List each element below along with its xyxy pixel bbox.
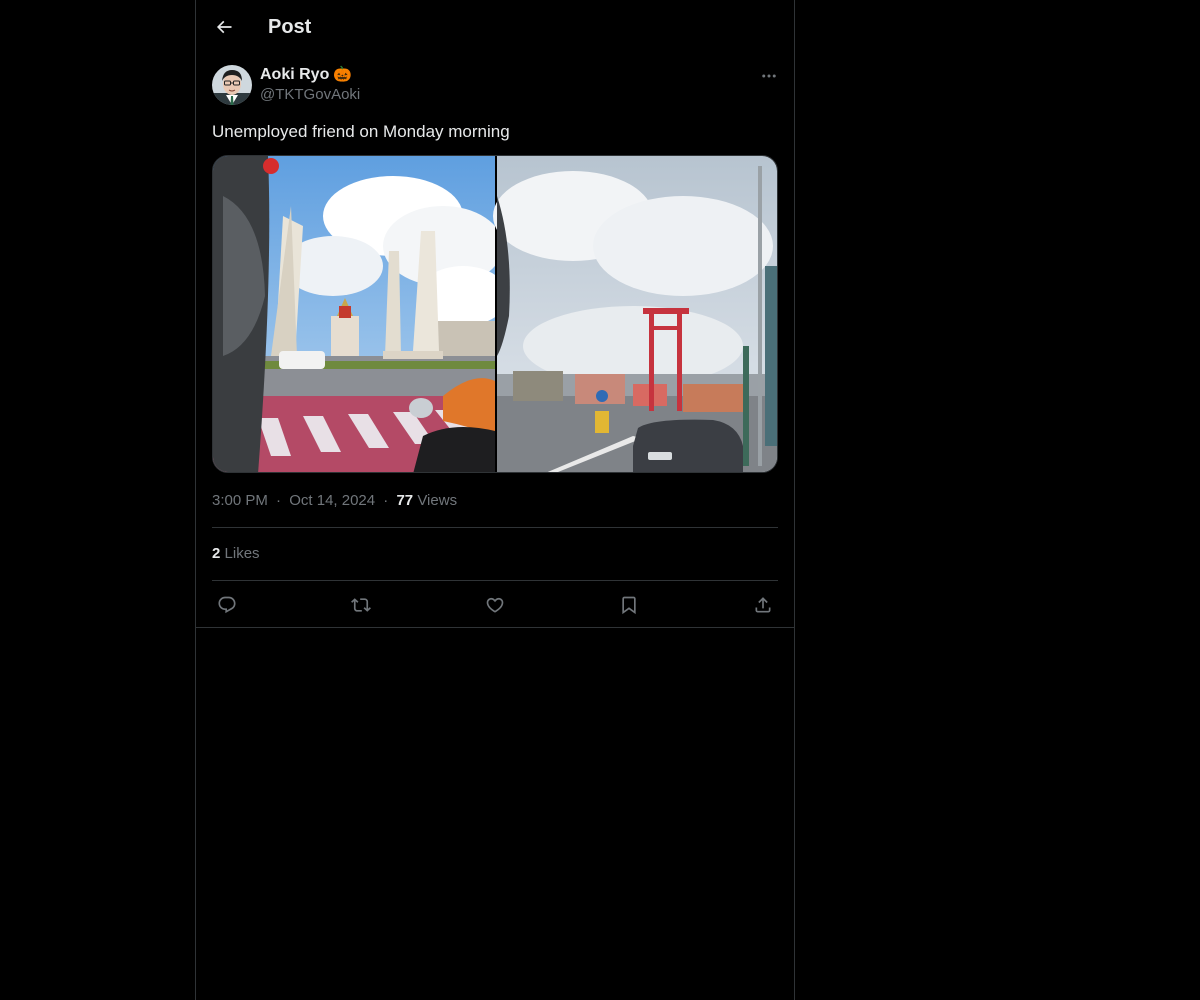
main-column: Post Aoki Ryo 🎃 @TKTGovAoki Unemployed f… bbox=[195, 0, 795, 1000]
likes-label: Likes bbox=[224, 545, 260, 562]
more-options-button[interactable] bbox=[756, 63, 782, 89]
pumpkin-emoji: 🎃 bbox=[333, 66, 353, 83]
author-name[interactable]: Aoki Ryo 🎃 bbox=[260, 65, 360, 85]
heart-icon bbox=[486, 597, 504, 613]
repost-icon bbox=[351, 598, 371, 612]
more-horizontal-icon bbox=[762, 74, 776, 78]
likes-count: 2 bbox=[212, 545, 221, 562]
reply-button[interactable] bbox=[212, 591, 242, 619]
repost-button[interactable] bbox=[346, 591, 376, 619]
like-button[interactable] bbox=[480, 591, 510, 619]
post-text: Unemployed friend on Monday morning bbox=[212, 122, 510, 141]
author-handle[interactable]: @TKTGovAoki bbox=[260, 85, 360, 105]
post-actions bbox=[212, 591, 778, 619]
likes-link[interactable]: 2 Likes bbox=[212, 544, 260, 564]
views-label: Views bbox=[417, 492, 458, 509]
meta-separator: · bbox=[276, 492, 282, 509]
author-display-name: Aoki Ryo bbox=[260, 66, 330, 83]
bookmark-icon bbox=[622, 596, 636, 615]
meta-separator: · bbox=[383, 492, 389, 509]
avatar[interactable] bbox=[212, 65, 252, 105]
arrow-left-icon bbox=[216, 20, 232, 34]
divider bbox=[212, 527, 778, 528]
views-count: 77 bbox=[396, 492, 414, 509]
page-header: Post bbox=[196, 0, 794, 53]
post-meta: 3:00 PM · Oct 14, 2024 · 77 Views bbox=[212, 491, 457, 511]
reply-icon bbox=[218, 596, 236, 614]
post-time[interactable]: 3:00 PM bbox=[212, 492, 268, 509]
bookmark-button[interactable] bbox=[614, 591, 644, 619]
share-icon bbox=[755, 597, 771, 613]
divider bbox=[212, 580, 778, 581]
share-button[interactable] bbox=[748, 591, 778, 619]
post-date[interactable]: Oct 14, 2024 bbox=[289, 492, 375, 509]
post-detail: Aoki Ryo 🎃 @TKTGovAoki Unemployed friend… bbox=[196, 53, 794, 628]
author-block: Aoki Ryo 🎃 @TKTGovAoki bbox=[260, 65, 360, 105]
back-button[interactable] bbox=[208, 11, 240, 43]
post-media[interactable] bbox=[212, 155, 778, 473]
post-photo bbox=[213, 156, 777, 472]
page-title: Post bbox=[268, 16, 312, 38]
avatar-image bbox=[212, 65, 252, 105]
